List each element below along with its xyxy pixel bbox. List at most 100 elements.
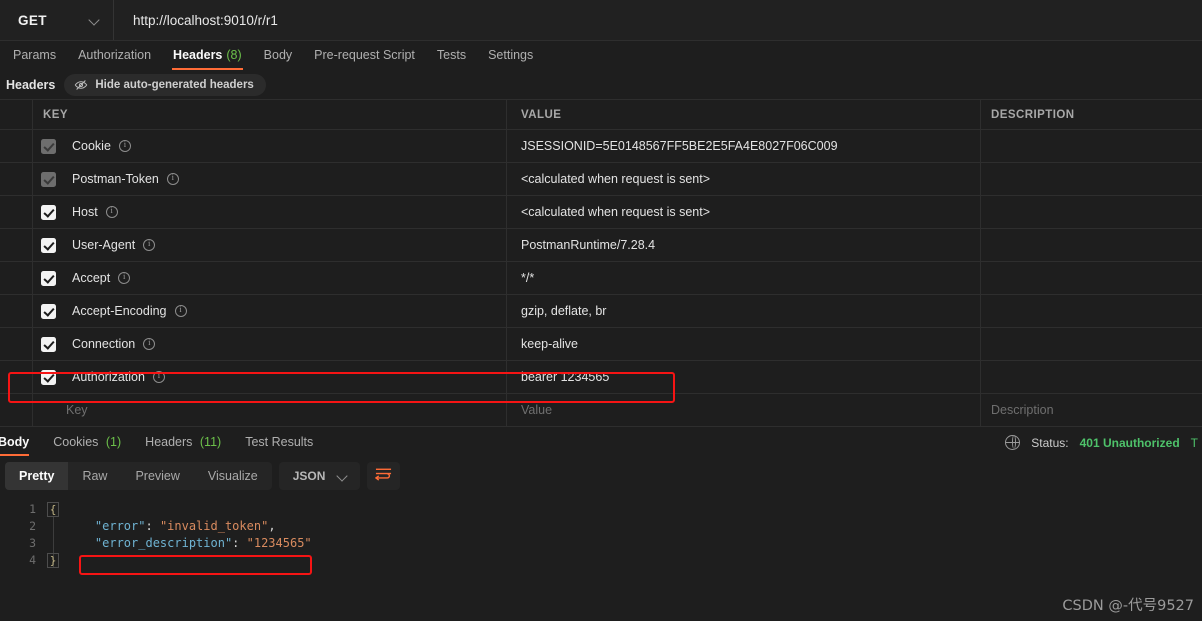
header-description-cell[interactable] [981,361,1202,393]
response-tab-test-results[interactable]: Test Results [233,435,325,456]
wrap-text-button[interactable] [367,462,400,490]
header-key-text: Accept-Encoding [72,304,167,318]
info-icon[interactable] [118,272,130,284]
status-badge: 401 Unauthorized [1080,436,1180,450]
table-header-row: KEYVALUEDESCRIPTION [0,100,1202,130]
view-mode-raw[interactable]: Raw [68,462,121,490]
header-value-text: <calculated when request is sent> [521,205,710,219]
request-tab-body[interactable]: Body [253,48,304,70]
info-icon[interactable] [143,239,155,251]
request-tab-params[interactable]: Params [2,48,67,70]
fold-close-brace[interactable]: } [47,553,59,568]
header-value-cell[interactable]: */* [507,262,981,294]
line-number: 3 [0,535,36,552]
row-enable-checkbox[interactable] [41,238,56,253]
response-tab-cookies[interactable]: Cookies (1) [41,435,133,456]
header-key-cell[interactable]: User-Agent [33,229,507,261]
response-tab-label: Test Results [245,435,313,449]
new-header-value-input[interactable]: Value [507,394,981,426]
response-tab-body[interactable]: Body [0,435,41,456]
header-description-cell[interactable] [981,262,1202,294]
placeholder-text: Key [66,403,88,417]
header-value-cell[interactable]: <calculated when request is sent> [507,196,981,228]
table-empty-row[interactable]: Key ValueDescription [0,394,1202,427]
json-punct: : [232,536,246,550]
row-gutter [0,361,33,393]
column-header-label: VALUE [521,109,561,121]
header-key-cell[interactable]: Host [33,196,507,228]
table-row[interactable]: Host <calculated when request is sent> [0,196,1202,229]
header-key-cell[interactable]: Connection [33,328,507,360]
header-key-cell[interactable]: Cookie [33,130,507,162]
table-row[interactable]: Postman-Token<calculated when request is… [0,163,1202,196]
table-row[interactable]: Connectionkeep-alive [0,328,1202,361]
header-description-cell[interactable] [981,130,1202,162]
table-row[interactable]: CookieJSESSIONID=5E0148567FF5BE2E5FA4E80… [0,130,1202,163]
view-mode-label: Preview [135,469,179,483]
hide-auto-generated-headers-button[interactable]: Hide auto-generated headers [64,74,265,96]
response-tab-headers[interactable]: Headers (11) [133,435,233,456]
row-enable-checkbox[interactable] [41,370,56,385]
json-key: "error" [66,519,145,533]
info-icon[interactable] [153,371,165,383]
view-mode-visualize[interactable]: Visualize [194,462,272,490]
url-input[interactable]: http://localhost:9010/r/r1 [114,0,1202,40]
row-enable-checkbox[interactable] [41,271,56,286]
header-key-cell[interactable]: Accept-Encoding [33,295,507,327]
info-icon[interactable] [175,305,187,317]
info-icon[interactable] [119,140,131,152]
request-tab-label: Authorization [78,48,151,62]
header-value-cell[interactable]: gzip, deflate, br [507,295,981,327]
header-value-cell[interactable]: JSESSIONID=5E0148567FF5BE2E5FA4E8027F06C… [507,130,981,162]
request-tab-settings[interactable]: Settings [477,48,544,70]
header-key-cell[interactable]: Postman-Token [33,163,507,195]
request-tab-headers[interactable]: Headers(8) [162,48,253,70]
row-enable-checkbox[interactable] [41,139,56,154]
row-enable-checkbox[interactable] [41,304,56,319]
new-header-key-input[interactable]: Key [33,394,507,426]
table-row[interactable]: Accept*/* [0,262,1202,295]
row-enable-checkbox[interactable] [41,205,56,220]
code-line: "error": "invalid_token", [66,518,1202,535]
table-row[interactable]: Accept-Encoding gzip, deflate, br [0,295,1202,328]
request-tab-label: Params [13,48,56,62]
header-value-cell[interactable]: bearer 1234565 [507,361,981,393]
fold-open-brace[interactable]: { [47,502,59,517]
request-url-bar: GET http://localhost:9010/r/r1 [0,0,1202,41]
view-mode-preview[interactable]: Preview [121,462,193,490]
header-value-cell[interactable]: <calculated when request is sent> [507,163,981,195]
header-value-cell[interactable]: keep-alive [507,328,981,360]
request-tab-count: (8) [226,48,241,62]
header-key-cell[interactable]: Authorization [33,361,507,393]
info-icon[interactable] [167,173,179,185]
http-method-selector[interactable]: GET [0,0,114,40]
row-enable-checkbox[interactable] [41,337,56,352]
response-body-viewer[interactable]: 1234 { } "error": "invalid_token", "erro… [0,496,1202,569]
header-description-cell[interactable] [981,229,1202,261]
header-description-cell[interactable] [981,328,1202,360]
header-description-cell[interactable] [981,196,1202,228]
code-lines: "error": "invalid_token", "error_descrip… [66,501,1202,569]
response-format-select[interactable]: JSON [279,462,361,490]
view-mode-pretty[interactable]: Pretty [5,462,68,490]
header-key-cell[interactable]: Accept [33,262,507,294]
row-enable-checkbox[interactable] [41,172,56,187]
url-text: http://localhost:9010/r/r1 [133,13,278,28]
json-key: "error_description" [66,536,232,550]
table-row[interactable]: User-AgentPostmanRuntime/7.28.4 [0,229,1202,262]
row-gutter [0,295,33,327]
header-description-cell[interactable] [981,163,1202,195]
table-row[interactable]: Authorizationbearer 1234565 [0,361,1202,394]
request-tab-label: Body [264,48,293,62]
code-fold-gutter[interactable]: { } [44,501,66,569]
new-header-description-input[interactable]: Description [981,394,1202,426]
header-value-cell[interactable]: PostmanRuntime/7.28.4 [507,229,981,261]
info-icon[interactable] [143,338,155,350]
request-tab-tests[interactable]: Tests [426,48,477,70]
request-tab-pre-request-script[interactable]: Pre-request Script [303,48,426,70]
info-icon[interactable] [106,206,118,218]
hide-auto-generated-headers-label: Hide auto-generated headers [95,79,253,91]
code-line-brace [66,501,1202,518]
header-description-cell[interactable] [981,295,1202,327]
request-tab-authorization[interactable]: Authorization [67,48,162,70]
